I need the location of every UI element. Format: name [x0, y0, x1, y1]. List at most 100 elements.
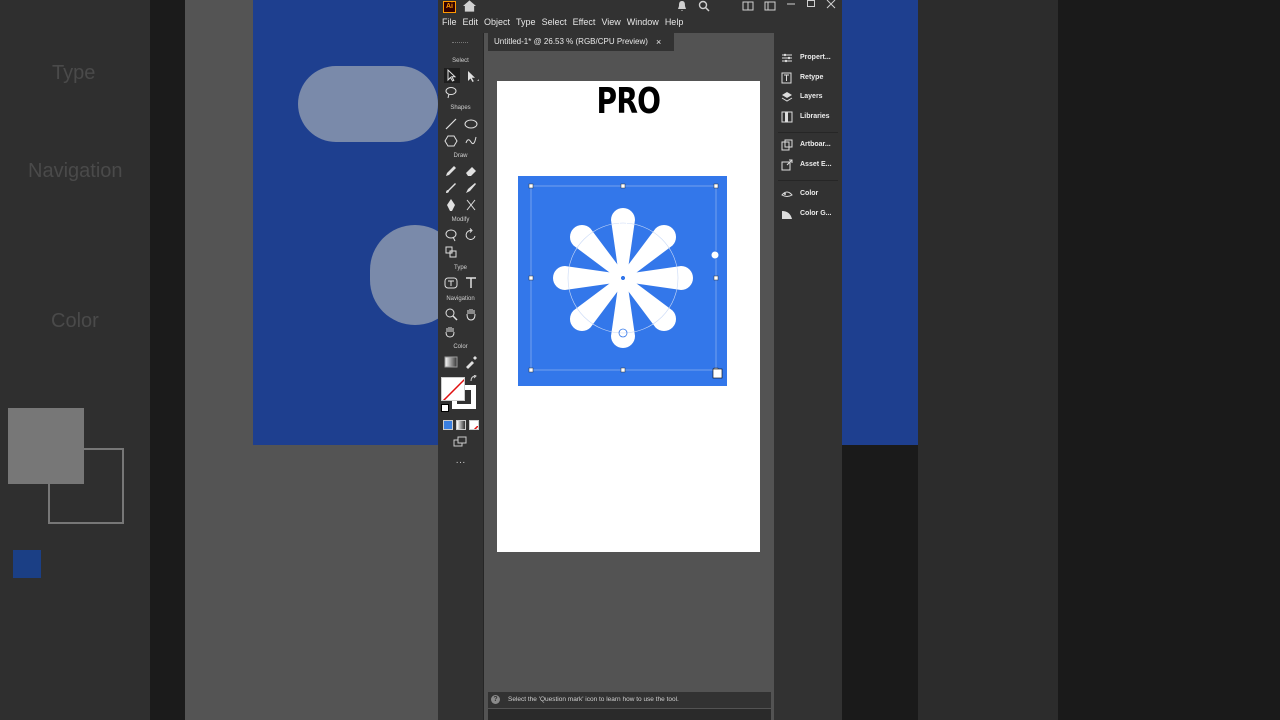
- none-mode-icon[interactable]: [469, 420, 479, 430]
- asset-export-icon: [781, 159, 793, 171]
- menu-help[interactable]: Help: [664, 17, 689, 27]
- menu-object[interactable]: Object: [483, 17, 515, 27]
- scissors-tool-icon[interactable]: [464, 198, 478, 212]
- group-label-color: Color: [453, 344, 468, 350]
- polygon-tool-icon[interactable]: [444, 134, 458, 148]
- document-tab[interactable]: Untitled-1* @ 26.53 % (RGB/CPU Preview): [488, 33, 674, 51]
- menu-window[interactable]: Window: [626, 17, 664, 27]
- menu-file[interactable]: File: [441, 17, 462, 27]
- ellipse-tool-icon[interactable]: [464, 117, 478, 131]
- bounding-handle[interactable]: [528, 183, 534, 189]
- panel-artboards[interactable]: Artboar...: [774, 137, 842, 153]
- group-label-modify: Modify: [451, 217, 470, 223]
- warp-tool-icon[interactable]: [444, 228, 458, 242]
- panel-color[interactable]: Color: [774, 186, 842, 202]
- minimize-icon[interactable]: [786, 0, 796, 12]
- zoom-tool-icon[interactable]: [444, 307, 458, 321]
- maximize-icon[interactable]: [806, 0, 816, 12]
- touch-type-icon[interactable]: [444, 276, 458, 290]
- background-toolbar: [0, 0, 150, 720]
- eraser-tool-icon[interactable]: [464, 164, 478, 178]
- search-icon[interactable]: [698, 0, 710, 12]
- panel-color-guide[interactable]: Color G...: [774, 206, 842, 222]
- gradient-mode-icon[interactable]: [456, 420, 466, 430]
- pen-tool-icon[interactable]: [444, 198, 458, 212]
- fill-swatch-icon[interactable]: [441, 377, 465, 401]
- type-tool-icon[interactable]: [464, 276, 478, 290]
- document-area: Untitled-1* @ 26.53 % (RGB/CPU Preview) …: [488, 33, 820, 720]
- paintbrush-tool-icon[interactable]: [444, 181, 458, 195]
- window-controls: [676, 0, 836, 12]
- color-mode-icon[interactable]: [443, 420, 453, 430]
- rotate-handle[interactable]: [710, 250, 720, 260]
- menu-effect[interactable]: Effect: [572, 17, 601, 27]
- menu-select[interactable]: Select: [541, 17, 572, 27]
- direct-selection-tool-icon[interactable]: [465, 69, 479, 83]
- bounding-handle[interactable]: [620, 183, 626, 189]
- background-label-navigation: Navigation: [28, 160, 123, 182]
- scale-tool-icon[interactable]: [444, 245, 458, 259]
- more-tools-button[interactable]: ···: [438, 457, 483, 468]
- blob-brush-icon[interactable]: [464, 181, 478, 195]
- lasso-tool-icon[interactable]: [444, 86, 458, 100]
- panel-toggle-icon[interactable]: [764, 0, 776, 12]
- panel-layers[interactable]: Layers: [774, 89, 842, 105]
- swap-icon[interactable]: [470, 375, 478, 383]
- libraries-icon: [781, 111, 793, 123]
- line-tool-icon[interactable]: [444, 117, 458, 131]
- artboard-heading[interactable]: PRO: [526, 81, 731, 122]
- selected-artwork[interactable]: [518, 176, 727, 386]
- panel-libraries[interactable]: Libraries: [774, 109, 842, 125]
- shaper-tool-icon[interactable]: [464, 134, 478, 148]
- background-fill-swatch: [48, 448, 124, 524]
- bounding-handle[interactable]: [713, 183, 719, 189]
- panel-separator: [778, 132, 838, 133]
- default-colors-icon[interactable]: [441, 404, 449, 412]
- panel-properties[interactable]: Propert...: [774, 50, 842, 66]
- color-icon: [781, 191, 793, 197]
- bounding-handle[interactable]: [528, 367, 534, 373]
- rotate-view-icon[interactable]: [444, 324, 458, 338]
- background-panel-right: [918, 0, 1058, 720]
- status-bar: ? Select the 'Question mark' icon to lea…: [488, 692, 771, 708]
- menu-type[interactable]: Type: [515, 17, 541, 27]
- bounding-handle[interactable]: [528, 275, 534, 281]
- artboards-icon: [781, 139, 793, 151]
- panel-color-label: Color: [800, 190, 819, 197]
- panel-asset-export[interactable]: Asset E...: [774, 157, 842, 173]
- hand-tool-icon[interactable]: [464, 307, 478, 321]
- question-mark-icon[interactable]: ?: [491, 695, 500, 704]
- group-label-select: Select: [452, 58, 469, 64]
- bounding-handle[interactable]: [620, 367, 626, 373]
- home-icon[interactable]: [463, 0, 476, 12]
- background-right: [842, 0, 1280, 720]
- group-label-navigation: Navigation: [446, 296, 475, 302]
- layout-icon[interactable]: [742, 0, 754, 12]
- artboard[interactable]: PRO: [497, 81, 760, 552]
- illustrator-window: Ai File Edit Object Type Select Effect V…: [438, 0, 842, 720]
- bounding-handle[interactable]: [713, 275, 719, 281]
- rotate-tool-icon[interactable]: [464, 228, 478, 242]
- close-icon[interactable]: [826, 0, 836, 12]
- eyedropper-icon[interactable]: [464, 355, 478, 369]
- tab-close-button[interactable]: ×: [656, 33, 661, 51]
- background-color-chip: [13, 550, 41, 578]
- panel-separator: [778, 180, 838, 181]
- panel-retype[interactable]: Retype: [774, 70, 842, 86]
- gradient-icon[interactable]: [444, 355, 458, 369]
- status-message: Select the 'Question mark' icon to learn…: [508, 696, 679, 703]
- right-panel-dock: Propert... Retype Layers Libraries Artbo…: [774, 33, 842, 720]
- menu-view[interactable]: View: [600, 17, 625, 27]
- selection-tool-icon[interactable]: [444, 68, 460, 83]
- bell-icon[interactable]: [676, 0, 688, 12]
- screen-mode-icon[interactable]: [453, 436, 467, 448]
- panel-layers-label: Layers: [800, 93, 823, 100]
- properties-icon: [782, 53, 792, 63]
- bottom-bar: [488, 709, 771, 720]
- panel-artboards-label: Artboar...: [800, 141, 831, 148]
- toolbar-grip[interactable]: [452, 42, 468, 45]
- pencil-tool-icon[interactable]: [444, 164, 458, 178]
- flower-petals[interactable]: [518, 176, 727, 386]
- panel-libraries-label: Libraries: [800, 113, 830, 120]
- menu-edit[interactable]: Edit: [462, 17, 484, 27]
